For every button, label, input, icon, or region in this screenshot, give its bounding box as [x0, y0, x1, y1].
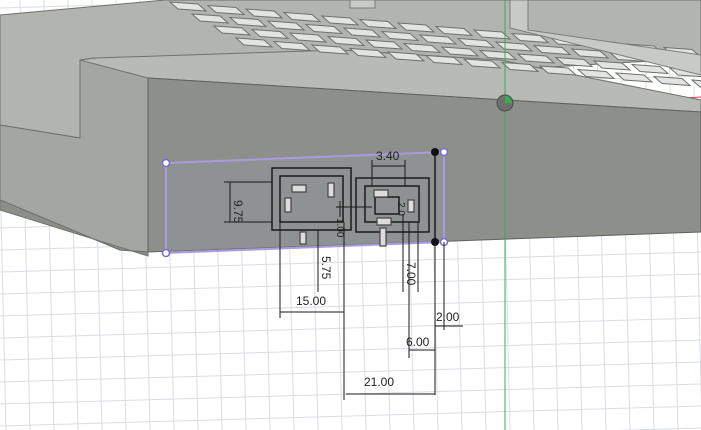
dim-label-2-0[interactable]: 2.0: [395, 202, 406, 216]
dim-label-6-00[interactable]: 6.00: [406, 335, 430, 349]
grid-line: [0, 339, 701, 361]
sketch-point[interactable]: [161, 158, 171, 168]
sketch-point[interactable]: [161, 248, 171, 258]
lattice-cell[interactable]: [690, 79, 701, 89]
dim-label-3-40[interactable]: 3.40: [376, 149, 400, 163]
dim-label-1-00[interactable]: 1.00: [334, 218, 345, 238]
dim-label-5-75[interactable]: 5.75: [319, 256, 333, 280]
grid-line: [0, 273, 701, 295]
dim-label-15-00[interactable]: 15.00: [296, 294, 326, 308]
grid-line: [0, 361, 701, 383]
dim-label-21-00[interactable]: 21.00: [364, 375, 394, 389]
dim-label-7-00[interactable]: 7.00: [404, 262, 418, 286]
grid-line: [0, 295, 701, 317]
back-wall[interactable]: [349, 0, 376, 9]
dim-label-9-75[interactable]: 9.75: [231, 200, 245, 224]
origin-marker-icon[interactable]: [496, 94, 514, 112]
grid-line: [0, 251, 701, 273]
sketch-point[interactable]: [439, 147, 449, 157]
grid-line: [0, 405, 701, 427]
grid-line: [0, 317, 701, 339]
design-canvas[interactable]: 3.40 9.75 5.75 15.00 7.00 2.00 6.00 21.0…: [0, 0, 701, 430]
sketch-point-fixed[interactable]: [431, 148, 439, 156]
lattice-cell[interactable]: [652, 75, 692, 87]
dim-label-2-00[interactable]: 2.00: [436, 310, 460, 324]
